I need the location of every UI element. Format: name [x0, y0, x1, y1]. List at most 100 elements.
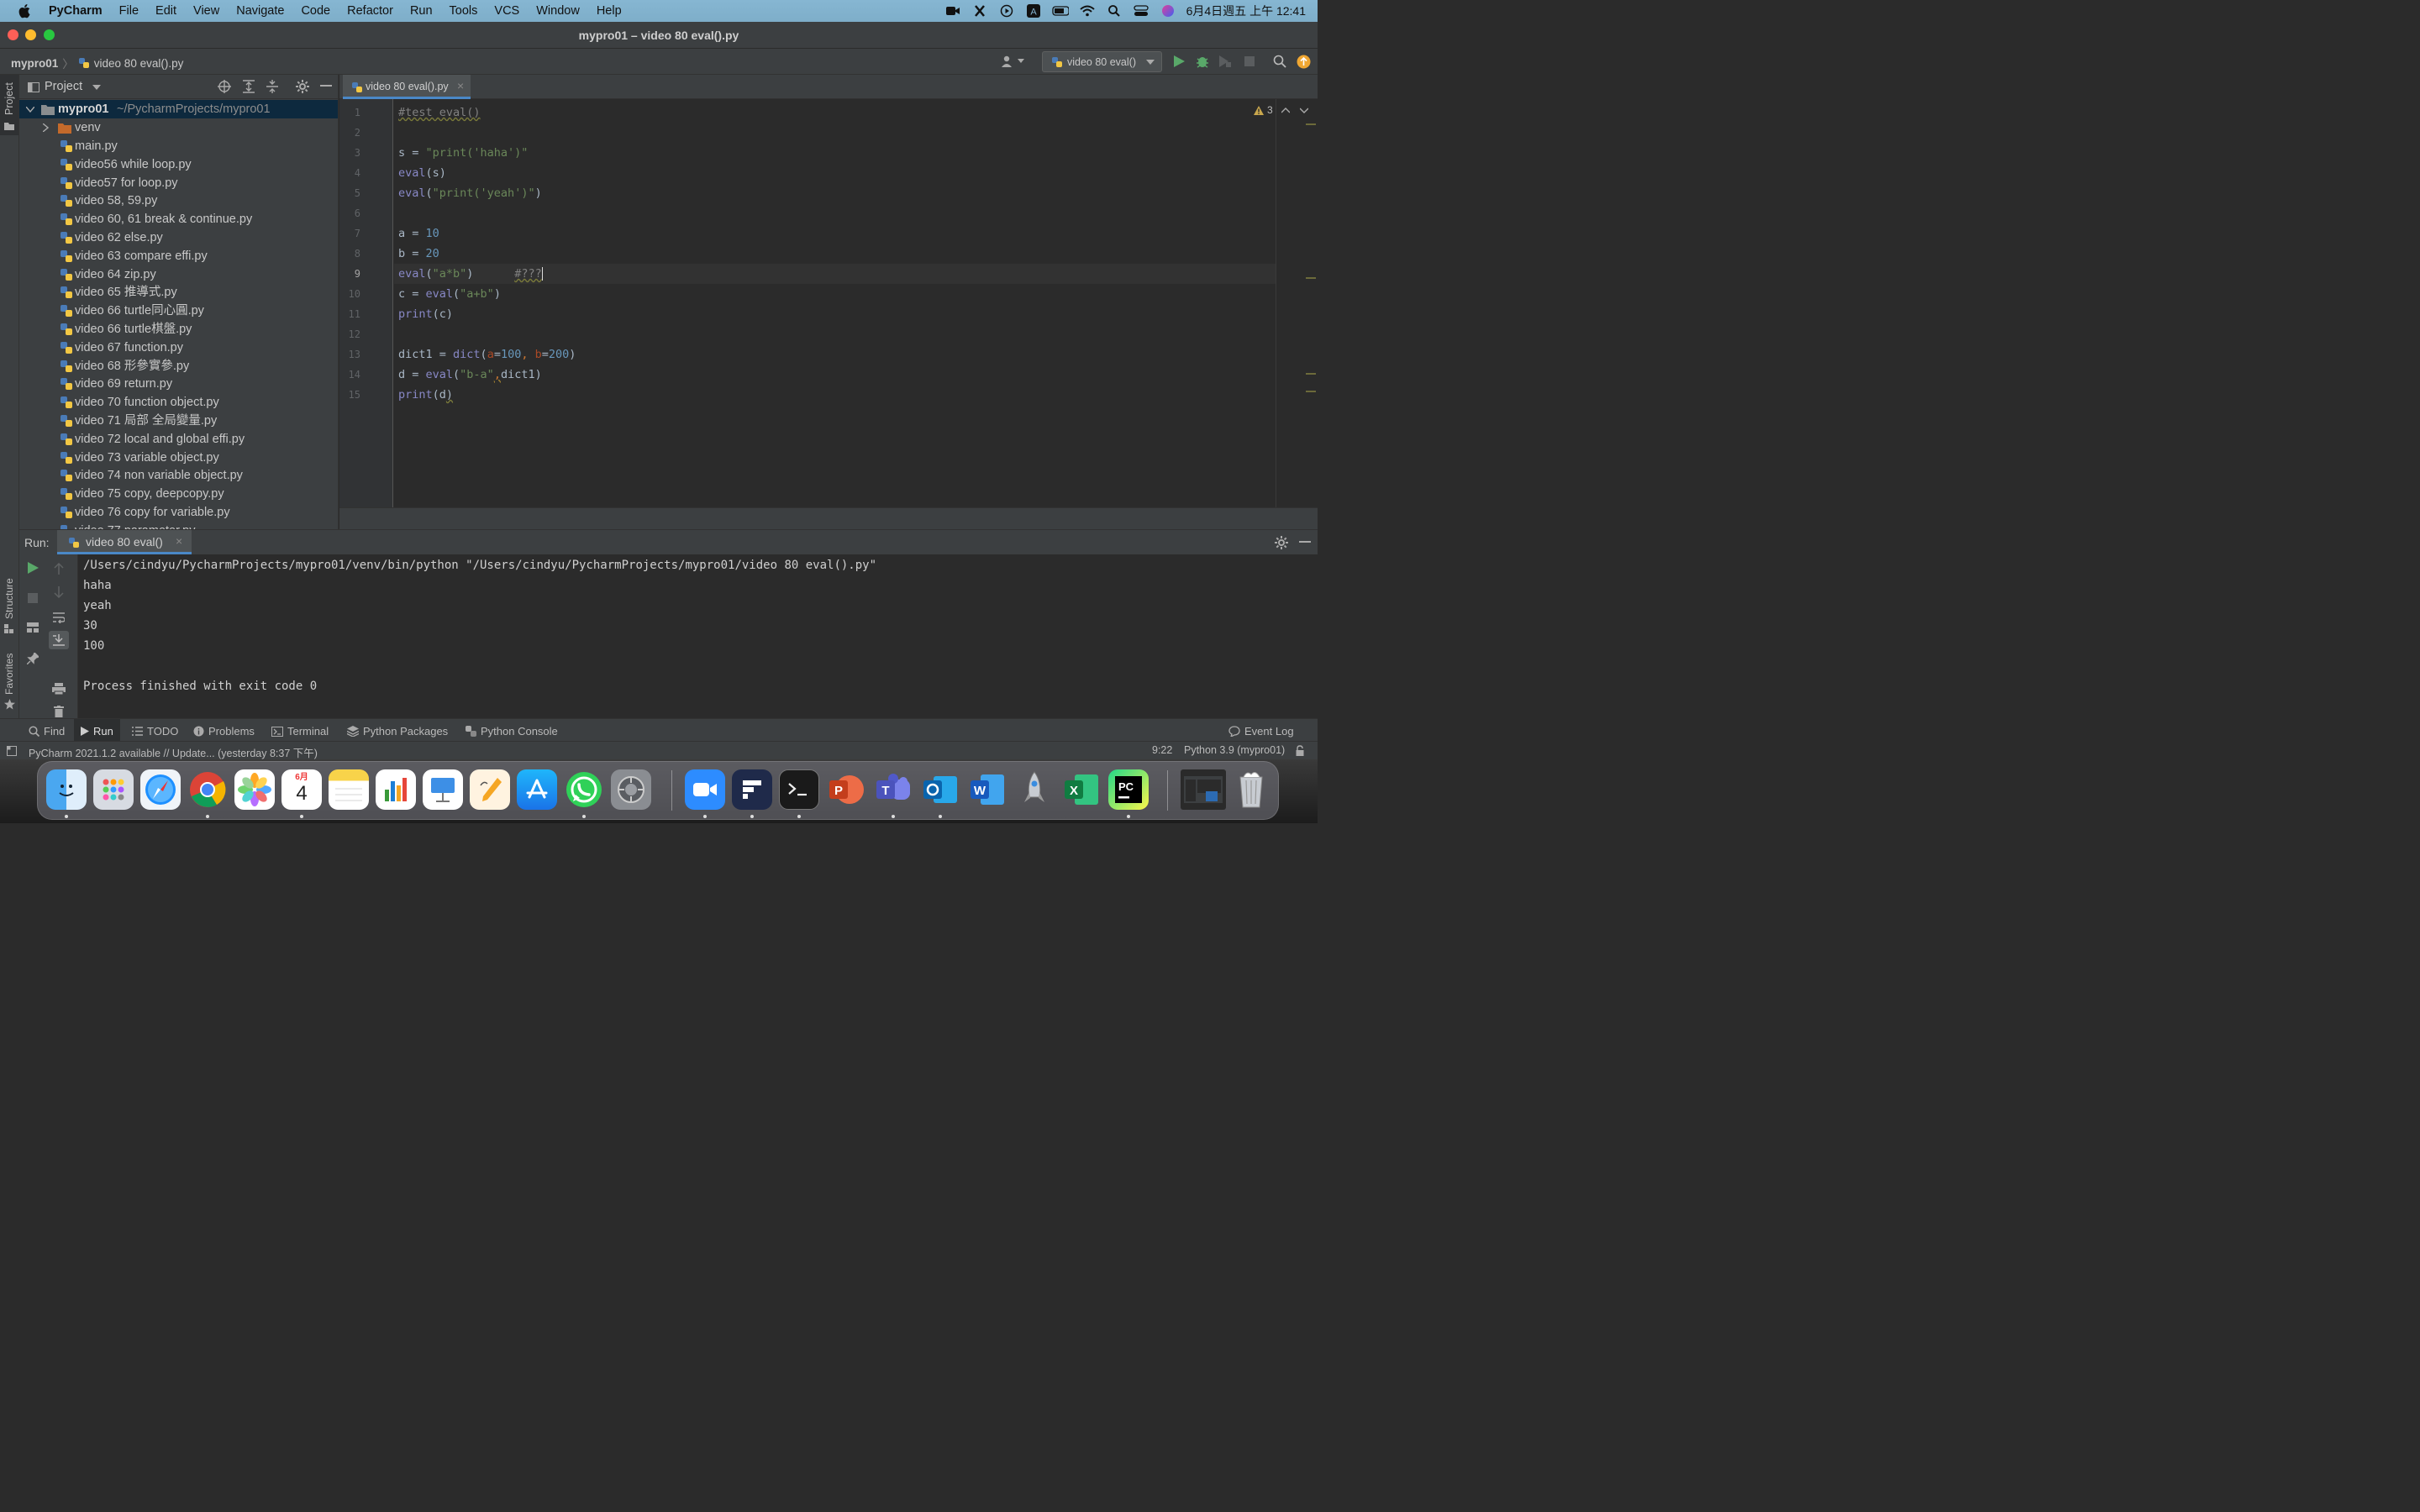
run-tool-button[interactable]: Run [74, 719, 120, 743]
close-tab-icon[interactable]: × [176, 534, 182, 548]
dock-system-preferences-icon[interactable] [611, 769, 651, 810]
control-center-icon[interactable] [1133, 3, 1150, 18]
tree-file-item[interactable]: video 68 形參實參.py [19, 357, 338, 375]
python-console-tool-button[interactable]: Python Console [466, 725, 558, 738]
battery-icon[interactable] [1051, 3, 1069, 18]
tree-folder-venv[interactable]: venv [19, 118, 338, 137]
tree-file-item[interactable]: video56 while loop.py [19, 155, 338, 174]
dock-recent-window-thumbnail[interactable] [1181, 769, 1226, 810]
dock-pycharm-icon[interactable]: PC [1108, 769, 1149, 810]
interpreter-selector[interactable]: Python 3.9 (mypro01) [1184, 744, 1285, 756]
tree-file-item[interactable]: video57 for loop.py [19, 174, 338, 192]
debug-button[interactable] [1196, 55, 1209, 68]
error-stripe-mark[interactable] [1306, 391, 1316, 392]
console-output[interactable]: /Users/cindyu/PycharmProjects/mypro01/ve… [19, 554, 1318, 719]
siri-icon[interactable] [1160, 3, 1176, 18]
error-stripe[interactable] [1304, 99, 1318, 507]
menu-run[interactable]: Run [402, 4, 441, 18]
menu-file[interactable]: File [111, 4, 147, 18]
menu-tools[interactable]: Tools [441, 4, 487, 18]
coverage-button[interactable] [1218, 55, 1232, 67]
favorites-tool-tab[interactable]: Favorites [0, 646, 18, 713]
find-tool-button[interactable]: Find [29, 725, 65, 738]
error-stripe-mark[interactable] [1306, 373, 1316, 375]
update-available-icon[interactable] [1297, 55, 1311, 69]
dock-outlook-icon[interactable] [920, 769, 960, 810]
tree-file-item[interactable]: video 74 non variable object.py [19, 466, 338, 485]
terminal-tool-button[interactable]: Terminal [271, 725, 329, 738]
dock-notes-icon[interactable] [329, 769, 369, 810]
dock-rocket-icon[interactable] [1014, 769, 1055, 810]
lock-icon[interactable] [1295, 745, 1305, 756]
tree-file-item[interactable]: video 64 zip.py [19, 265, 338, 284]
search-status-icon[interactable] [1106, 3, 1123, 18]
dock-teams-icon[interactable]: T [873, 769, 913, 810]
tree-file-item[interactable]: video 58, 59.py [19, 192, 338, 210]
menu-refactor[interactable]: Refactor [339, 4, 402, 18]
input-method-icon[interactable]: A [1025, 3, 1042, 18]
tool-windows-toggle-icon[interactable] [7, 746, 17, 756]
tree-file-item[interactable]: video 72 local and global effi.py [19, 430, 338, 449]
dock-excel-icon[interactable]: X [1061, 769, 1102, 810]
wifi-icon[interactable] [1079, 3, 1096, 18]
tree-file-item[interactable]: video 75 copy, deepcopy.py [19, 485, 338, 503]
search-everywhere-icon[interactable] [1273, 55, 1286, 68]
dock-keynote-icon[interactable] [423, 769, 463, 810]
error-stripe-mark[interactable] [1306, 277, 1316, 279]
gear-icon[interactable] [296, 80, 309, 93]
breadcrumb-project[interactable]: mypro01 [11, 57, 58, 70]
menu-view[interactable]: View [185, 4, 228, 18]
dock-whatsapp-icon[interactable] [564, 769, 604, 810]
project-tool-tab[interactable]: Project [0, 75, 18, 135]
dock-pages-icon[interactable] [470, 769, 510, 810]
structure-tool-tab[interactable]: Structure [0, 570, 18, 638]
dock-terminal-icon[interactable] [779, 769, 819, 810]
menu-edit[interactable]: Edit [147, 4, 185, 18]
hide-panel-icon[interactable] [1299, 541, 1311, 544]
run-button[interactable] [1173, 55, 1185, 67]
run-tab[interactable]: video 80 eval() × [57, 530, 192, 554]
breadcrumb-file[interactable]: video 80 eval().py [94, 57, 184, 70]
chevron-up-icon[interactable] [1281, 107, 1290, 113]
menubar-clock[interactable]: 6月4日週五 上午 12:41 [1186, 3, 1306, 19]
tree-file-item[interactable]: video 66 turtle棋盤.py [19, 320, 338, 339]
tree-file-item[interactable]: video 60, 61 break & continue.py [19, 210, 338, 228]
dock-launchpad-icon[interactable] [93, 769, 134, 810]
user-menu-icon[interactable] [1002, 55, 1024, 67]
tree-file-item[interactable]: video 73 variable object.py [19, 449, 338, 467]
menu-navigate[interactable]: Navigate [228, 4, 292, 18]
menu-window[interactable]: Window [528, 4, 588, 18]
status-message[interactable]: PyCharm 2021.1.2 available // Update... … [29, 744, 318, 760]
editor-tab-active[interactable]: video 80 eval().py × [343, 75, 471, 99]
dock-finder-icon[interactable] [46, 769, 87, 810]
tree-file-item[interactable]: video 66 turtle同心圓.py [19, 302, 338, 320]
error-stripe-mark[interactable] [1306, 123, 1316, 125]
code-area[interactable]: #test eval() s = "print('haha')" eval(s)… [339, 99, 1276, 507]
problems-tool-button[interactable]: Problems [193, 725, 255, 738]
caret-position[interactable]: 9:22 [1152, 744, 1172, 756]
dock-flow-icon[interactable] [732, 769, 772, 810]
close-tab-icon[interactable]: × [457, 79, 464, 92]
chevron-down-icon[interactable] [92, 85, 101, 90]
play-status-icon[interactable] [998, 3, 1015, 18]
tree-file-item[interactable]: video 63 compare effi.py [19, 247, 338, 265]
collapse-all-icon[interactable] [266, 80, 278, 93]
todo-tool-button[interactable]: TODO [132, 725, 178, 738]
dock-trash-icon[interactable] [1231, 769, 1271, 810]
dock-zoom-icon[interactable] [685, 769, 725, 810]
stop-button[interactable] [1244, 56, 1255, 66]
tree-file-item[interactable]: video 65 推導式.py [19, 283, 338, 302]
dock-app-store-icon[interactable] [517, 769, 557, 810]
dock-safari-icon[interactable] [140, 769, 181, 810]
apple-icon[interactable] [0, 3, 40, 18]
dock-calendar-icon[interactable]: 6月 4 [281, 769, 322, 810]
menubar-app-name[interactable]: PyCharm [40, 4, 111, 18]
tree-file-item[interactable]: video 70 function object.py [19, 393, 338, 412]
menu-code[interactable]: Code [292, 4, 339, 18]
tree-root[interactable]: mypro01 ~/PycharmProjects/mypro01 [19, 100, 338, 118]
dock-chrome-icon[interactable] [187, 769, 228, 810]
hide-panel-icon[interactable] [320, 85, 332, 88]
tree-file-item[interactable]: video 77 parameter.py [19, 522, 338, 529]
event-log-tool-button[interactable]: Event Log [1228, 725, 1294, 738]
expand-all-icon[interactable] [243, 80, 255, 93]
